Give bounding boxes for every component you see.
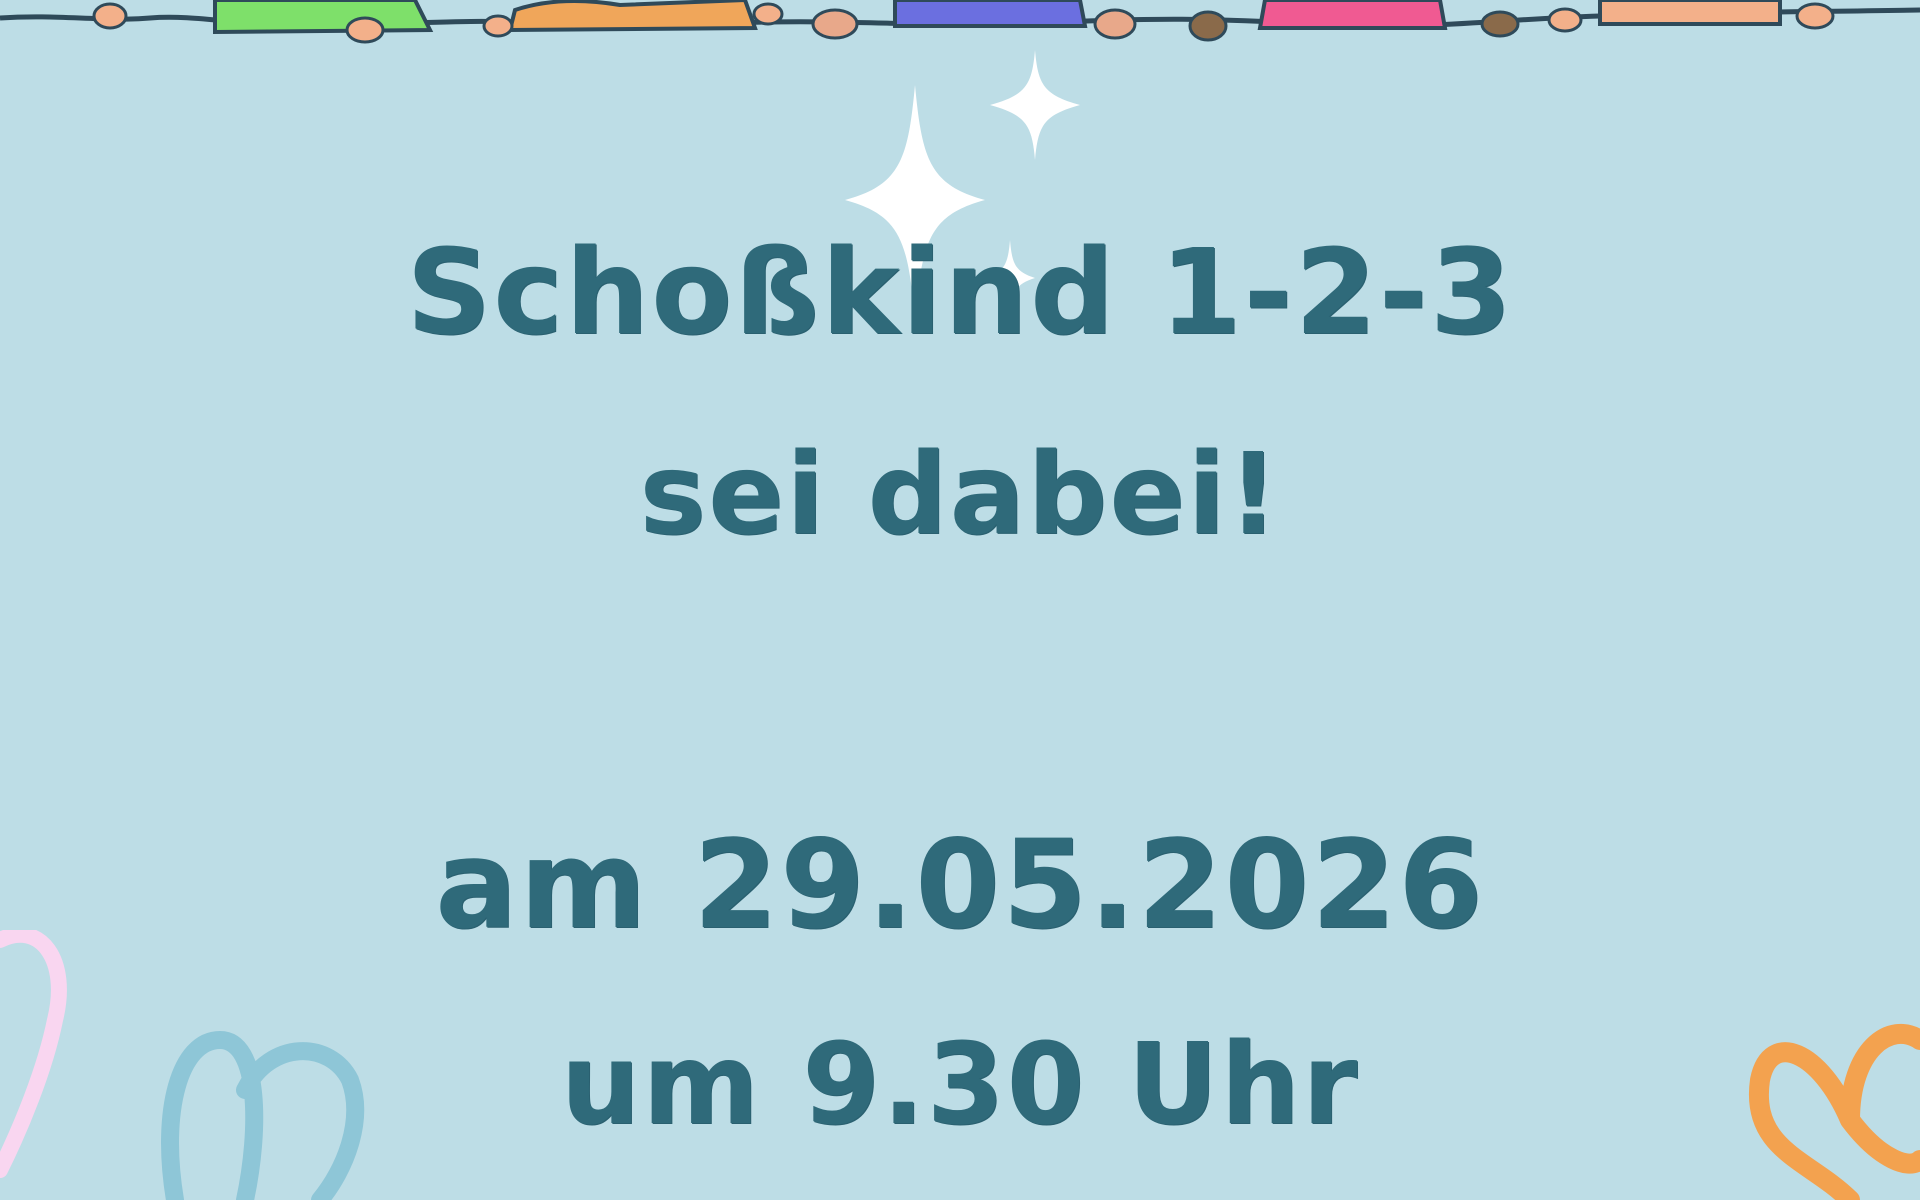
pink-heart-doodle <box>0 930 67 1178</box>
doodle-decorations <box>0 930 365 1200</box>
flyer-title: Schoßkind 1-2-3 <box>406 223 1514 361</box>
blue-loop-doodle <box>161 1030 365 1200</box>
orange-flower-doodle <box>1748 1024 1920 1200</box>
flyer-subtitle: sei dabei! <box>639 430 1281 560</box>
